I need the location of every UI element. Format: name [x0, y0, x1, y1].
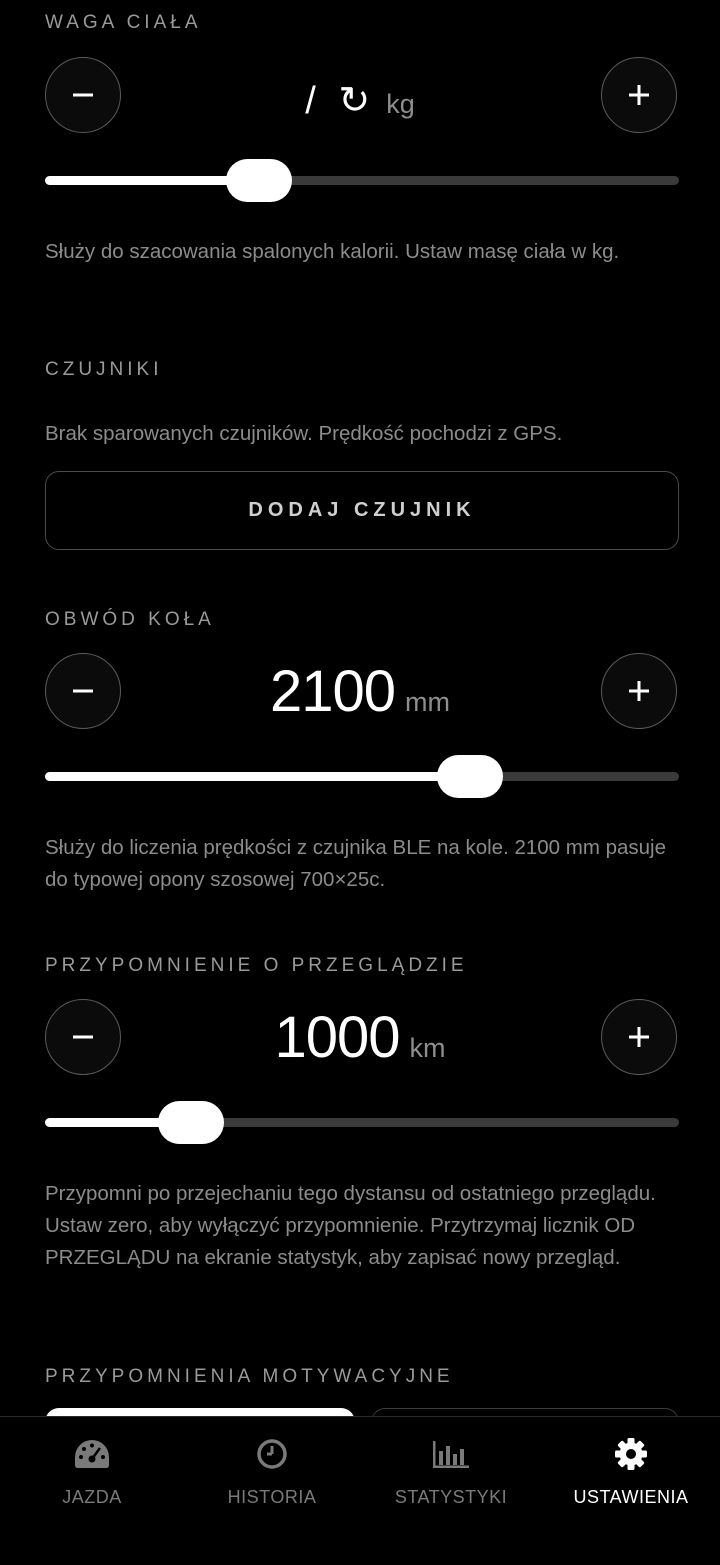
weight-slider[interactable] — [45, 159, 679, 202]
wheel-section-title: OBWÓD KOŁA — [45, 609, 215, 630]
service-decrease-button[interactable] — [45, 999, 121, 1075]
weight-decrease-button[interactable] — [45, 57, 121, 133]
nav-label: HISTORIA — [227, 1487, 317, 1507]
weight-increase-button[interactable] — [601, 57, 677, 133]
sensors-section-title: CZUJNIKI — [45, 359, 163, 380]
slider-thumb[interactable] — [437, 755, 503, 798]
slider-fill — [45, 772, 470, 781]
weight-unit: kg — [386, 89, 415, 119]
speedometer-icon — [75, 1440, 109, 1468]
nav-item-statystyki[interactable]: STATYSTYKI — [361, 1417, 541, 1527]
plus-icon — [629, 681, 649, 701]
service-unit: km — [409, 1033, 446, 1063]
service-increase-button[interactable] — [601, 999, 677, 1075]
minus-icon — [73, 93, 93, 97]
wheel-value-display: 2100 mm — [140, 658, 580, 725]
clock-icon — [257, 1439, 287, 1469]
service-description: Przypomni po przejechaniu tego dystansu … — [45, 1182, 656, 1269]
wheel-decrease-button[interactable] — [45, 653, 121, 729]
minus-icon — [73, 1035, 93, 1039]
nav-label: STATYSTYKI — [394, 1487, 508, 1507]
weight-value-display: / ↻ kg — [140, 78, 580, 123]
service-section-title: PRZYPOMNIENIE O PRZEGLĄDZIE — [45, 955, 468, 976]
service-value: 1000 — [274, 1005, 400, 1070]
nav-item-historia[interactable]: HISTORIA — [182, 1417, 362, 1527]
minus-icon — [73, 689, 93, 693]
weight-value: / ↻ — [305, 80, 377, 122]
add-sensor-button[interactable]: DODAJ CZUJNIK — [45, 471, 679, 550]
slider-thumb[interactable] — [226, 159, 292, 202]
wheel-slider[interactable] — [45, 755, 679, 798]
wheel-unit: mm — [405, 687, 450, 717]
wheel-description: Służy do liczenia prędkości z czujnika B… — [45, 836, 667, 891]
weight-section-title: WAGA CIAŁA — [45, 12, 202, 33]
bar-chart-icon — [433, 1441, 469, 1468]
wheel-value: 2100 — [269, 659, 396, 724]
sensors-description: Brak sparowanych czujników. Prędkość poc… — [45, 422, 563, 445]
weight-description: Służy do szacowania spalonych kalorii. U… — [45, 240, 620, 263]
wheel-increase-button[interactable] — [601, 653, 677, 729]
plus-icon — [629, 85, 649, 105]
service-slider[interactable] — [45, 1101, 679, 1144]
plus-icon — [629, 1027, 649, 1047]
motivation-section-title: PRZYPOMNIENIA MOTYWACYJNE — [45, 1366, 454, 1387]
service-value-display: 1000 km — [140, 1004, 580, 1071]
nav-item-ustawienia[interactable]: USTAWIENIA — [541, 1417, 720, 1527]
nav-label: JAZDA — [62, 1487, 122, 1507]
bottom-navigation: JAZDA HISTORIA STATYSTYKI USTAWIENIA — [0, 1416, 720, 1565]
nav-item-jazda[interactable]: JAZDA — [2, 1417, 182, 1527]
gear-icon — [615, 1438, 647, 1470]
slider-thumb[interactable] — [158, 1101, 224, 1144]
nav-label: USTAWIENIA — [573, 1487, 689, 1507]
